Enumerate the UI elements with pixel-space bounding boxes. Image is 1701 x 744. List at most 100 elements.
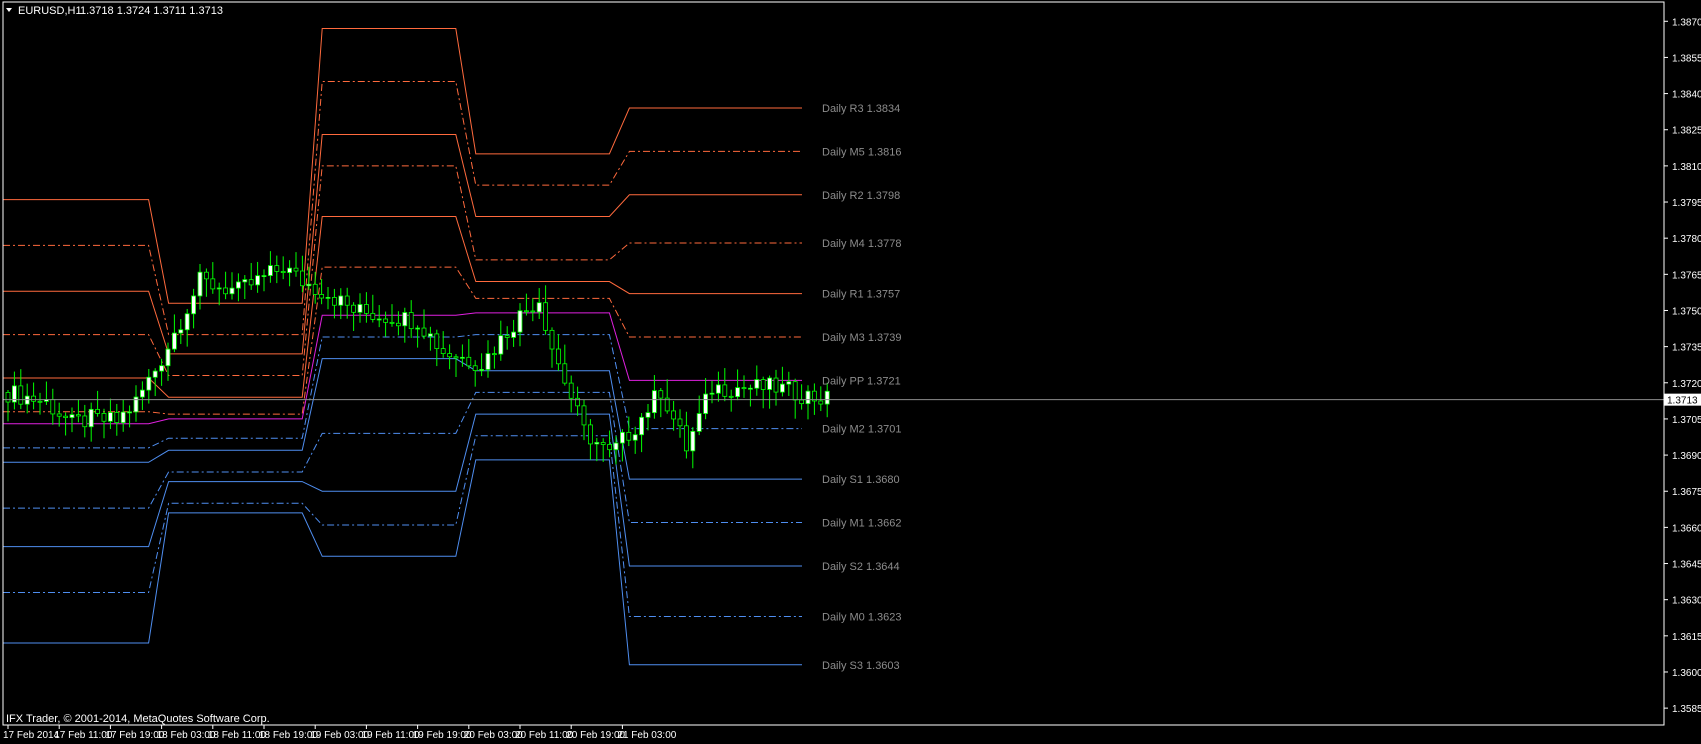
candle-body bbox=[632, 434, 638, 441]
candle-body bbox=[722, 384, 728, 397]
candle-body bbox=[210, 278, 216, 290]
candle-body bbox=[658, 390, 664, 399]
candle-body bbox=[799, 399, 804, 405]
candle-body bbox=[325, 297, 331, 299]
pivot-label-m0: Daily M0 1.3623 bbox=[822, 612, 902, 624]
candle-body bbox=[287, 267, 293, 273]
candle-body bbox=[415, 327, 421, 330]
candle-body bbox=[511, 331, 517, 338]
price-tick-label: 1.3795 bbox=[1672, 198, 1701, 209]
candle-body bbox=[434, 333, 440, 350]
candle-body bbox=[261, 275, 267, 277]
candle-body bbox=[716, 384, 721, 394]
candle-body bbox=[459, 356, 465, 359]
candle-body bbox=[402, 312, 408, 327]
candle-body bbox=[491, 353, 497, 356]
candle-body bbox=[440, 348, 446, 355]
candle-body bbox=[242, 279, 248, 283]
candle-body bbox=[786, 381, 792, 385]
candle-body bbox=[191, 295, 197, 315]
candle-body bbox=[5, 392, 11, 403]
price-tick-label: 1.3645 bbox=[1672, 560, 1701, 571]
candle-body bbox=[306, 283, 312, 287]
candle-body bbox=[248, 279, 254, 286]
candle-body bbox=[453, 356, 459, 359]
candle-body bbox=[114, 412, 120, 424]
candle-body bbox=[588, 424, 593, 445]
price-tick-label: 1.3690 bbox=[1672, 451, 1701, 462]
candle-body bbox=[677, 418, 683, 427]
candle-body bbox=[293, 267, 299, 272]
candle-body bbox=[159, 365, 165, 372]
pivot-label-s2: Daily S2 1.3644 bbox=[822, 561, 900, 573]
price-tick-label: 1.3870 bbox=[1672, 17, 1701, 28]
candle-body bbox=[671, 410, 676, 420]
chart-canvas[interactable]: Daily R3 1.3834 Daily M5 1.3816 Daily R2 1… bbox=[0, 0, 1701, 744]
pivot-label-s3: Daily S3 1.3603 bbox=[822, 660, 900, 672]
candle-body bbox=[363, 304, 369, 314]
candle-body bbox=[299, 270, 305, 287]
price-tick-label: 1.3855 bbox=[1672, 53, 1701, 64]
candle-body bbox=[338, 295, 344, 306]
candle-body bbox=[556, 348, 561, 365]
candle-body bbox=[607, 444, 612, 451]
candle-body bbox=[235, 281, 241, 289]
candle-body bbox=[504, 335, 510, 338]
price-tick-label: 1.3630 bbox=[1672, 596, 1701, 607]
candle-body bbox=[274, 265, 280, 272]
candle-body bbox=[319, 294, 325, 299]
candle-body bbox=[524, 310, 529, 313]
candle-body bbox=[267, 265, 273, 276]
candle-body bbox=[684, 425, 689, 452]
candle-body bbox=[581, 405, 587, 426]
price-marker: 1.3713 bbox=[1664, 393, 1701, 407]
candle-body bbox=[108, 412, 113, 422]
price-tick-label: 1.3810 bbox=[1672, 162, 1701, 173]
candle-body bbox=[76, 414, 81, 417]
candle-body bbox=[370, 312, 376, 320]
candle-body bbox=[139, 389, 145, 398]
candle-body bbox=[760, 379, 766, 390]
candle-body bbox=[466, 356, 472, 367]
pivot-label-m5: Daily M5 1.3816 bbox=[822, 146, 902, 158]
candle-body bbox=[101, 413, 107, 422]
candle-body bbox=[741, 387, 747, 390]
candle-body bbox=[690, 430, 696, 452]
price-tick-label: 1.3660 bbox=[1672, 523, 1701, 534]
candle-body bbox=[536, 302, 542, 313]
pivot-label-pp: Daily PP 1.3721 bbox=[822, 375, 901, 387]
candle-body bbox=[255, 275, 261, 286]
pivot-label-r2: Daily R2 1.3798 bbox=[822, 190, 900, 202]
candle-body bbox=[216, 287, 222, 290]
price-tick-label: 1.3825 bbox=[1672, 126, 1701, 137]
candle-body bbox=[805, 390, 811, 405]
price-tick-label: 1.3735 bbox=[1672, 343, 1701, 354]
price-tick-label: 1.3720 bbox=[1672, 379, 1701, 390]
time-tick-label: 20 Feb 11:00 bbox=[515, 730, 574, 741]
pivot-label-m2: Daily M2 1.3701 bbox=[822, 424, 902, 436]
header: EURUSD,H1 1.3718 1.3724 1.3711 1.3713 bbox=[6, 5, 223, 17]
candle-body bbox=[485, 353, 491, 370]
candle-body bbox=[203, 271, 209, 280]
price-tick-label: 1.3750 bbox=[1672, 306, 1701, 317]
candle-body bbox=[165, 348, 171, 367]
time-tick-label: 17 Feb 2014 bbox=[3, 730, 60, 741]
candle-body bbox=[594, 442, 600, 445]
price-tick-label: 1.3675 bbox=[1672, 487, 1701, 498]
candle-body bbox=[427, 333, 433, 337]
pivot-label-s1: Daily S1 1.3680 bbox=[822, 474, 900, 486]
time-tick-label: 18 Feb 11:00 bbox=[208, 730, 267, 741]
candle-body bbox=[152, 370, 158, 378]
candle-body bbox=[652, 390, 657, 414]
pivot-label-m1: Daily M1 1.3662 bbox=[822, 518, 902, 530]
candle-body bbox=[549, 329, 555, 350]
time-tick-label: 21 Feb 03:00 bbox=[617, 730, 676, 741]
candle-body bbox=[331, 297, 337, 306]
candle-body bbox=[735, 387, 740, 398]
candle-body bbox=[357, 304, 363, 313]
candle-body bbox=[696, 413, 702, 432]
pivot-label-m3: Daily M3 1.3739 bbox=[822, 332, 902, 344]
candle-body bbox=[127, 411, 132, 414]
candle-body bbox=[50, 399, 56, 415]
candle-body bbox=[376, 318, 382, 321]
